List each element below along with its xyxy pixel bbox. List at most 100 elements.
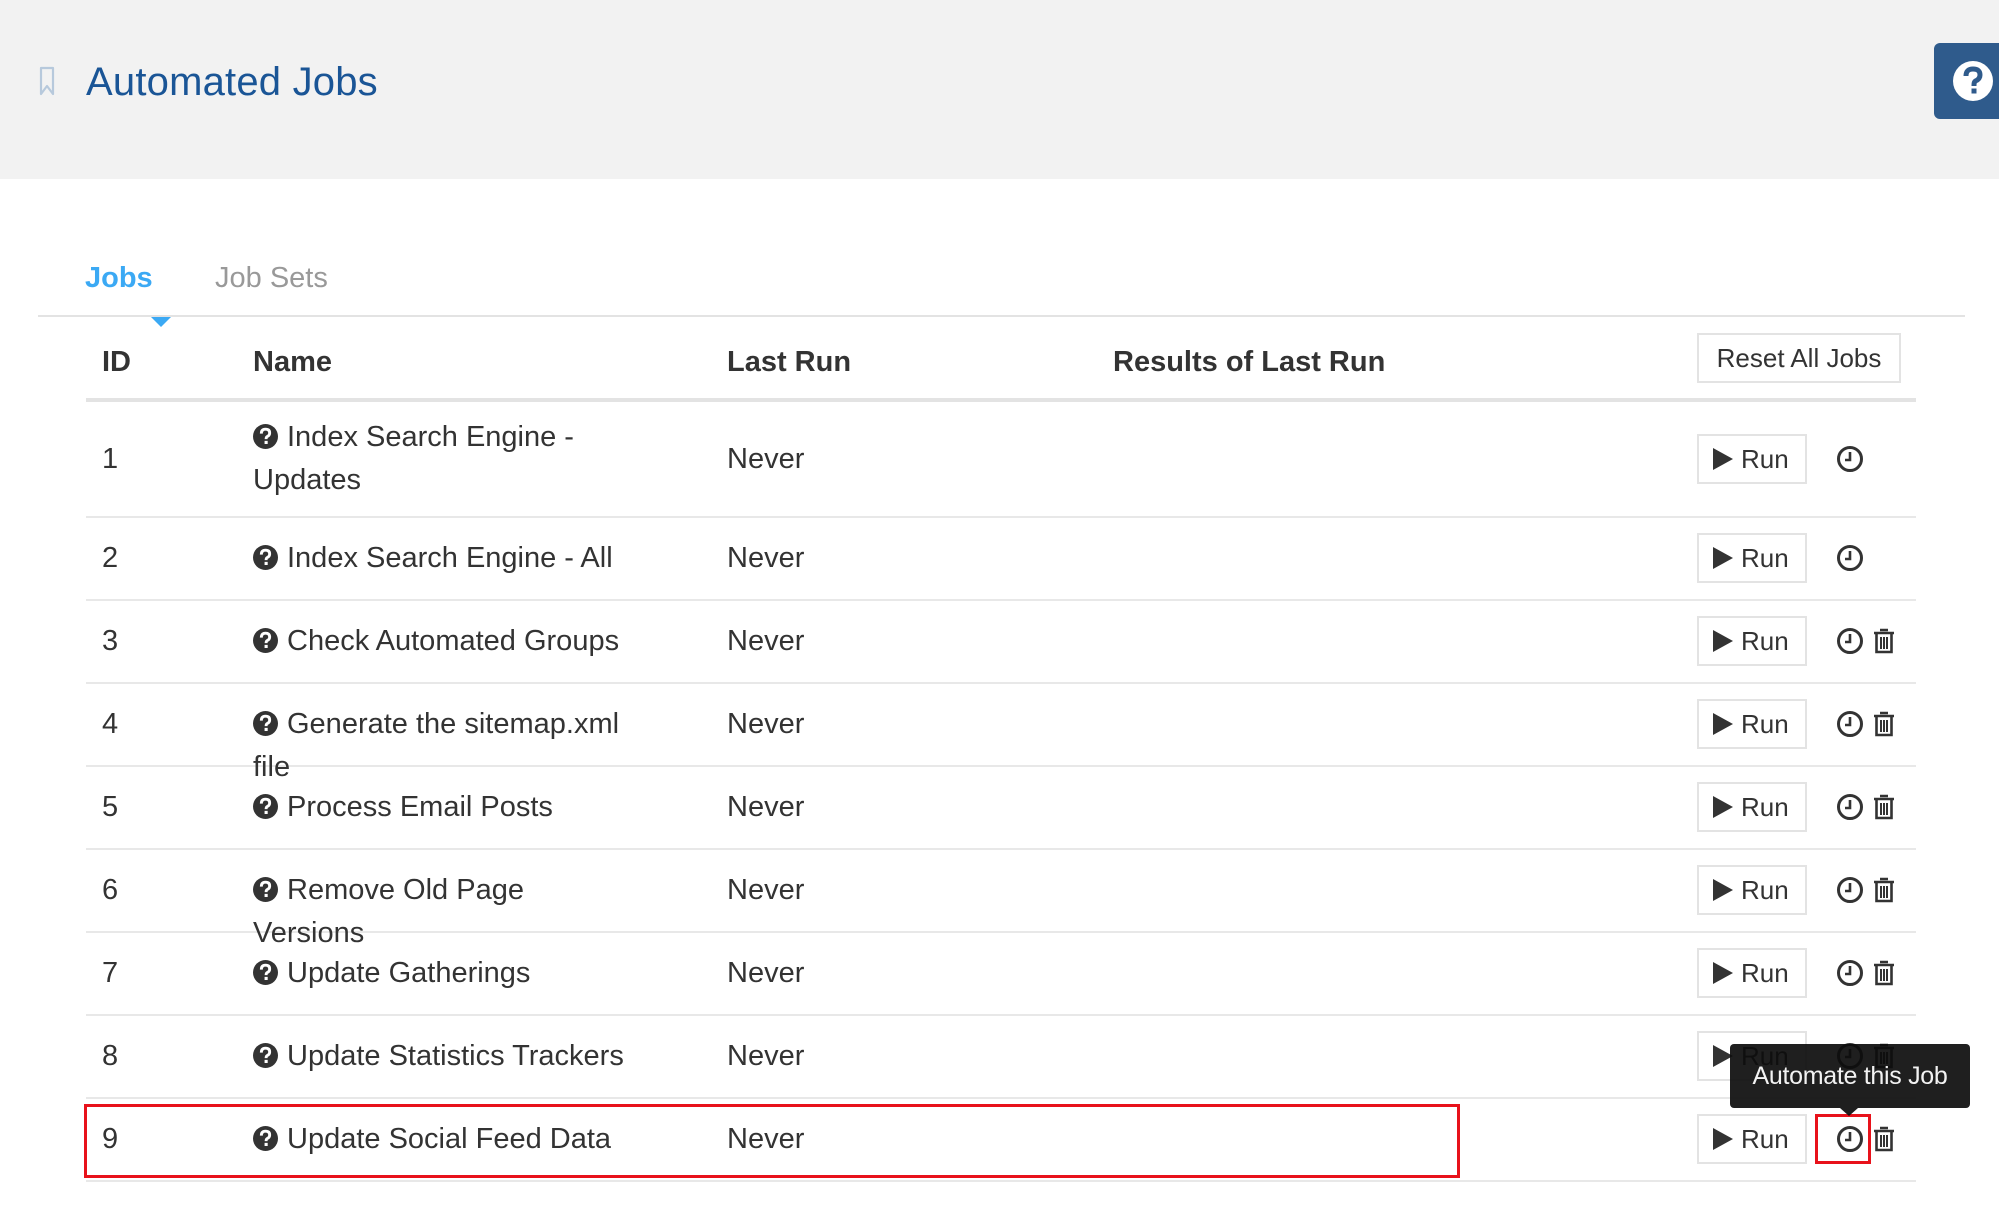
column-header-last-run: Last Run <box>727 346 852 378</box>
clock-icon[interactable] <box>1836 959 1864 987</box>
job-id: 2 <box>102 542 119 574</box>
table-row: 3 Check Automated Groups Never Run <box>86 601 1916 684</box>
page-header: Automated Jobs <box>0 0 1999 179</box>
bookmark-icon[interactable] <box>39 66 55 96</box>
tab-job-sets[interactable]: Job Sets <box>215 260 328 296</box>
table-row: 2 Index Search Engine - All Never Run <box>86 518 1916 601</box>
job-id: 4 <box>102 708 119 740</box>
question-circle-icon[interactable] <box>253 1038 278 1068</box>
column-header-name: Name <box>253 346 332 378</box>
reset-all-jobs-button[interactable]: Reset All Jobs <box>1697 333 1901 383</box>
run-label: Run <box>1741 625 1789 656</box>
clock-icon[interactable] <box>1836 627 1864 655</box>
job-last-run: Never <box>727 708 805 740</box>
table-row: 9 Update Social Feed Data Never Run <box>86 1099 1916 1182</box>
clock-icon[interactable] <box>1836 793 1864 821</box>
trash-icon[interactable] <box>1872 876 1896 904</box>
tab-bar: Jobs Job Sets <box>38 240 1965 327</box>
clock-icon[interactable] <box>1836 544 1864 572</box>
question-circle-icon <box>1953 61 1993 101</box>
job-name: Process Email Posts <box>253 786 633 829</box>
run-label: Run <box>1741 957 1789 988</box>
table-row: 4 Generate the sitemap.xml file Never Run <box>86 684 1916 783</box>
question-circle-icon[interactable] <box>253 540 278 570</box>
job-id: 8 <box>102 1040 119 1072</box>
clock-icon[interactable] <box>1836 445 1864 473</box>
run-job-button[interactable]: Run <box>1697 1114 1807 1164</box>
job-id: 9 <box>102 1123 119 1155</box>
play-icon <box>1713 630 1733 652</box>
page-title: Automated Jobs <box>86 60 378 104</box>
job-name-text: Update Social Feed Data <box>287 1123 612 1155</box>
run-label: Run <box>1741 542 1789 573</box>
table-row: 8Update Statistics TrackersNeverRun <box>86 1016 1916 1099</box>
table-row: 6 Remove Old Page Versions Never Run <box>86 850 1916 949</box>
job-last-run: Never <box>727 1040 805 1072</box>
job-id: 1 <box>102 443 119 475</box>
job-name-text: Update Gatherings <box>287 957 531 989</box>
question-circle-icon[interactable] <box>253 872 278 902</box>
job-name-text: Update Statistics Trackers <box>287 1040 624 1072</box>
job-name-text: Index Search Engine - All <box>287 542 613 574</box>
job-last-run: Never <box>727 542 805 574</box>
column-header-results: Results of Last Run <box>1113 346 1386 378</box>
run-job-button[interactable]: Run <box>1697 699 1807 749</box>
run-job-button[interactable]: Run <box>1697 533 1807 583</box>
trash-icon[interactable] <box>1872 1125 1896 1153</box>
table-header: ID Name Last Run Results of Last Run Res… <box>86 320 1916 402</box>
run-job-button[interactable]: Run <box>1697 865 1807 915</box>
clock-icon[interactable] <box>1836 1125 1864 1153</box>
play-icon <box>1713 713 1733 735</box>
table-row: 1 Index Search Engine - Updates Never Run <box>86 402 1916 518</box>
run-job-button[interactable]: Run <box>1697 948 1807 998</box>
play-icon <box>1713 448 1733 470</box>
play-icon <box>1713 962 1733 984</box>
job-name: Index Search Engine - Updates <box>253 416 633 502</box>
job-name: Update Statistics Trackers <box>253 1035 633 1078</box>
question-circle-icon[interactable] <box>253 623 278 653</box>
play-icon <box>1713 1128 1733 1150</box>
help-button[interactable] <box>1934 43 1999 119</box>
trash-icon[interactable] <box>1872 627 1896 655</box>
play-icon <box>1713 547 1733 569</box>
job-id: 3 <box>102 625 119 657</box>
run-label: Run <box>1741 443 1789 474</box>
run-job-button[interactable]: Run <box>1697 616 1807 666</box>
clock-icon[interactable] <box>1836 710 1864 738</box>
trash-icon[interactable] <box>1872 710 1896 738</box>
job-name: Index Search Engine - All <box>253 537 633 580</box>
question-circle-icon[interactable] <box>253 955 278 985</box>
job-last-run: Never <box>727 443 805 475</box>
trash-icon[interactable] <box>1872 793 1896 821</box>
job-id: 7 <box>102 957 119 989</box>
job-id: 6 <box>102 874 119 906</box>
job-last-run: Never <box>727 874 805 906</box>
run-label: Run <box>1741 1123 1789 1154</box>
run-job-button[interactable]: Run <box>1697 782 1807 832</box>
clock-icon[interactable] <box>1836 876 1864 904</box>
job-name: Update Gatherings <box>253 952 633 995</box>
question-circle-icon[interactable] <box>253 419 278 449</box>
table-row: 7 Update Gatherings Never Run <box>86 933 1916 1016</box>
job-name-text: Index Search Engine - Updates <box>253 421 574 496</box>
run-job-button[interactable]: Run <box>1697 434 1807 484</box>
play-icon <box>1713 879 1733 901</box>
job-last-run: Never <box>727 791 805 823</box>
job-last-run: Never <box>727 1123 805 1155</box>
job-name-text: Process Email Posts <box>287 791 553 823</box>
run-label: Run <box>1741 874 1789 905</box>
job-name: Update Social Feed Data <box>253 1118 633 1161</box>
question-circle-icon[interactable] <box>253 789 278 819</box>
question-circle-icon[interactable] <box>253 1121 278 1151</box>
trash-icon[interactable] <box>1872 959 1896 987</box>
jobs-table: ID Name Last Run Results of Last Run Res… <box>86 320 1916 1182</box>
run-label: Run <box>1741 708 1789 739</box>
play-icon <box>1713 796 1733 818</box>
tooltip-automate-job: Automate this Job <box>1730 1044 1970 1108</box>
job-name-text: Check Automated Groups <box>287 625 620 657</box>
run-label: Run <box>1741 791 1789 822</box>
job-name: Check Automated Groups <box>253 620 633 663</box>
question-circle-icon[interactable] <box>253 706 278 736</box>
job-id: 5 <box>102 791 119 823</box>
tab-jobs[interactable]: Jobs <box>85 260 153 296</box>
